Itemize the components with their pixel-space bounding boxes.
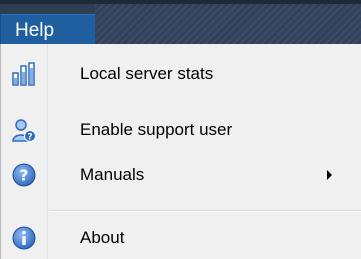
user-help-icon: ? <box>12 118 36 143</box>
menu-item-enable-support-user[interactable]: ? Enable support user <box>1 111 361 149</box>
menu-item-label: Enable support user <box>80 120 233 139</box>
help-menu-title[interactable]: Help <box>0 14 95 46</box>
menu-separator-highlight <box>49 211 361 212</box>
menu-bar-background <box>95 4 361 44</box>
menu-item-label: Local server stats <box>80 64 214 83</box>
menu-item-label: Manuals <box>80 165 145 184</box>
menu-item-label: About <box>80 228 125 247</box>
svg-text:?: ? <box>20 167 29 185</box>
bar-chart-icon <box>12 62 36 86</box>
svg-text:?: ? <box>27 133 32 143</box>
question-icon: ? <box>12 163 36 187</box>
menu-item-manuals[interactable]: ? Manuals <box>1 156 361 194</box>
help-dropdown-menu: Local server stats ? Enable support user <box>0 44 361 259</box>
info-icon <box>12 226 36 250</box>
submenu-arrow-icon <box>327 170 332 180</box>
menu-item-about[interactable]: About <box>1 219 361 257</box>
menu-item-local-server-stats[interactable]: Local server stats <box>1 55 361 93</box>
